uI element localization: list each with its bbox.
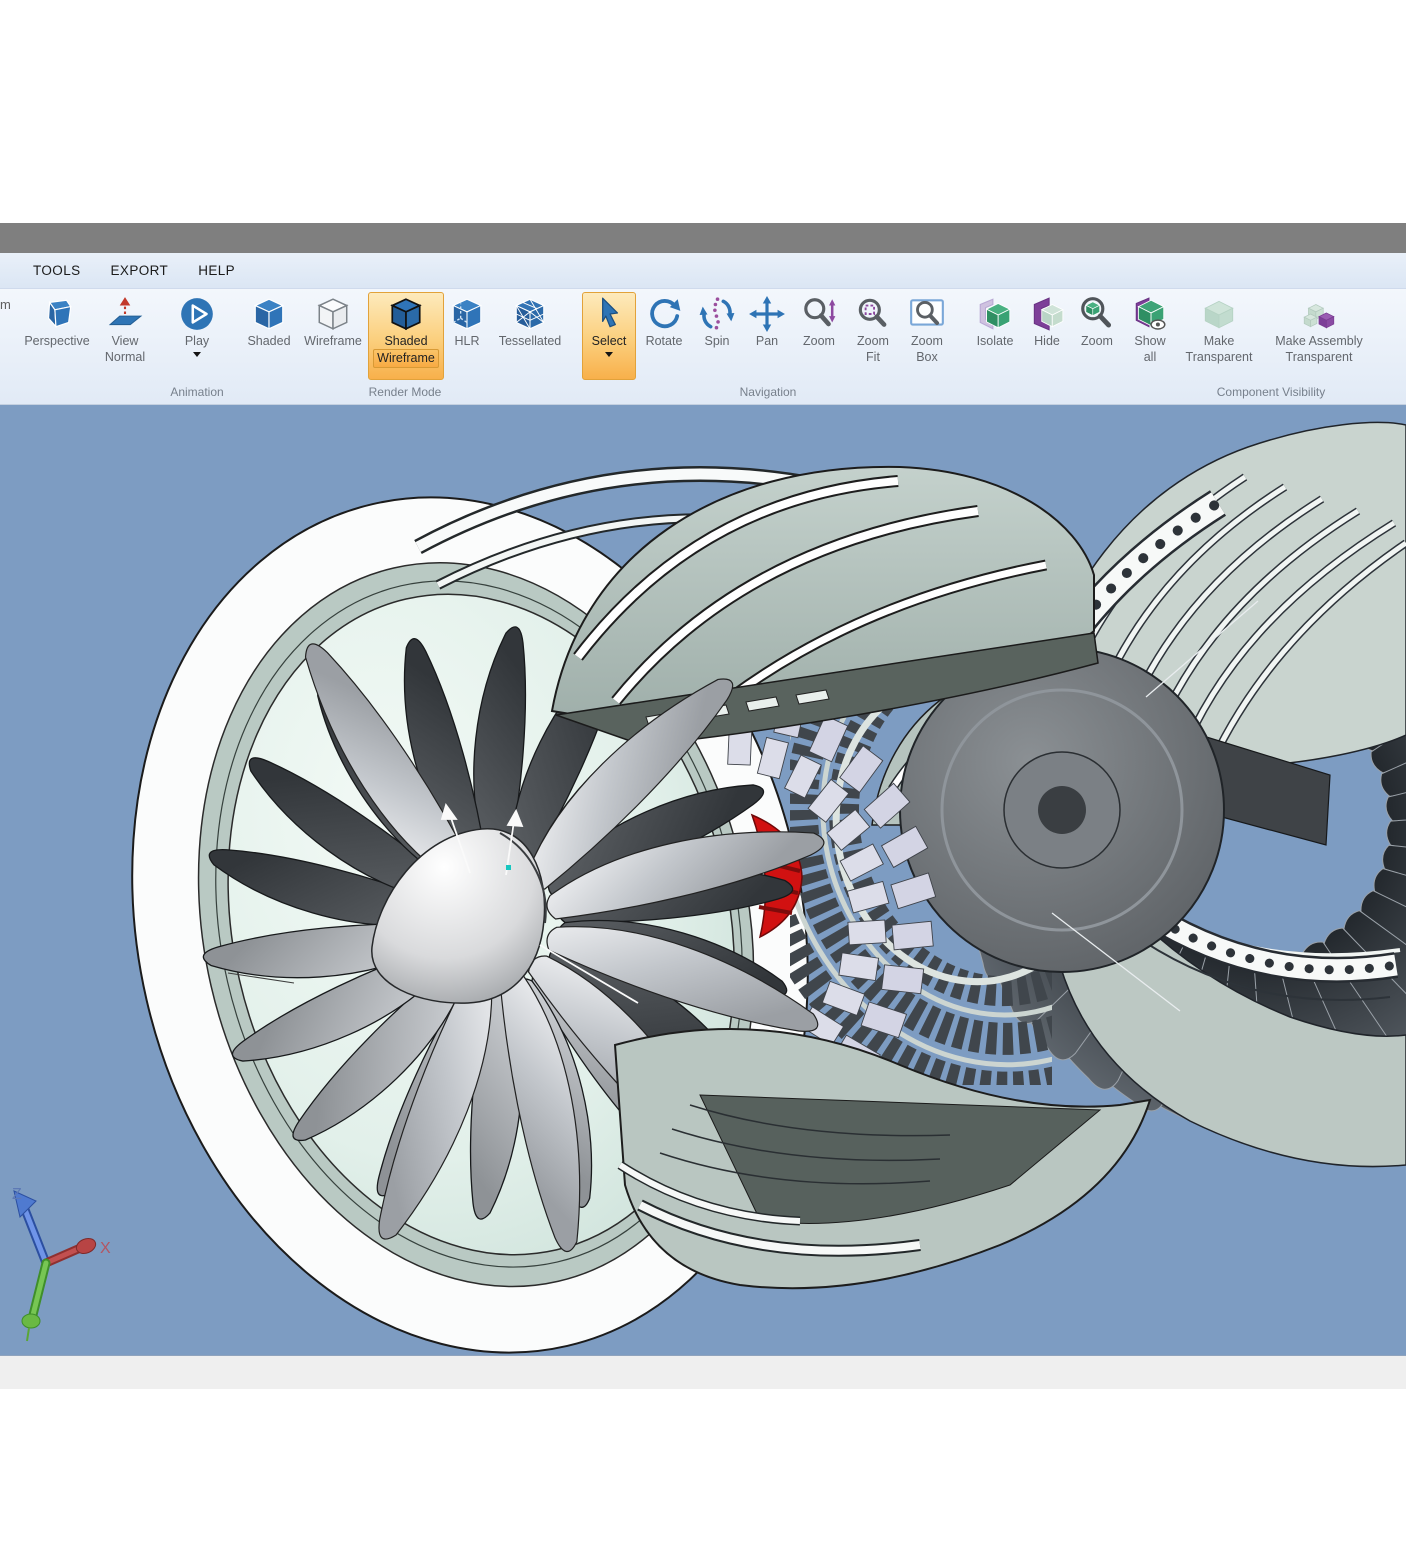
pan-button[interactable]: Pan — [742, 292, 792, 380]
pan-icon — [748, 295, 786, 333]
button-label: Make — [1204, 333, 1235, 349]
x-axis-label: X — [100, 1240, 111, 1257]
button-label: Shaded — [384, 333, 427, 349]
button-label: Spin — [704, 333, 729, 349]
menu-help[interactable]: HELP — [198, 263, 235, 278]
hlr-cube-icon — [448, 295, 486, 333]
button-label: Pan — [756, 333, 778, 349]
selection-marker — [506, 865, 511, 870]
clipped-button-label: m — [0, 297, 11, 312]
zoom-button[interactable]: Zoom — [792, 292, 846, 380]
button-label: Wireframe — [304, 333, 362, 349]
ribbon-group-component-visibility: Isolate Hide — [962, 289, 1380, 404]
tessellated-cube-icon — [511, 295, 549, 333]
turbofan-engine-model: Z X — [0, 405, 1406, 1355]
perspective-button[interactable]: Perspective — [18, 292, 96, 380]
make-solid-button[interactable]: Make Solid — [1388, 292, 1406, 380]
group-label: Render Mode — [236, 385, 574, 404]
zoom-component-icon — [1078, 295, 1116, 333]
button-label[interactable]: Wireframe — [373, 349, 439, 367]
shaded-wireframe-button[interactable]: Shaded Wireframe — [368, 292, 444, 380]
menu-export[interactable]: EXPORT — [111, 263, 169, 278]
menu-bar: TOOLS EXPORT HELP — [0, 253, 1406, 289]
make-assembly-transparent-icon — [1300, 295, 1338, 333]
button-label: Perspective — [24, 333, 89, 349]
shaded-wireframe-cube-icon — [387, 295, 425, 333]
button-label: Isolate — [977, 333, 1014, 349]
group-label: Navigation — [578, 385, 958, 404]
status-bar — [0, 1355, 1406, 1389]
button-label: Zoom — [1081, 333, 1113, 349]
button-label: Box — [916, 349, 938, 365]
rotate-button[interactable]: Rotate — [636, 292, 692, 380]
hide-icon — [1028, 295, 1066, 333]
spin-icon — [698, 295, 736, 333]
button-label: Show — [1134, 333, 1165, 349]
dropdown-arrow-icon[interactable] — [193, 352, 201, 361]
zoom-box-button[interactable]: Zoom Box — [900, 292, 954, 380]
ribbon-group-navigation: Select Rotate — [578, 289, 958, 404]
app-window: TOOLS EXPORT HELP m Perspective — [0, 0, 1406, 1563]
viewport-3d[interactable]: Z X — [0, 405, 1406, 1355]
zoom-fit-icon — [854, 295, 892, 333]
button-label: Zoom — [803, 333, 835, 349]
hide-button[interactable]: Hide — [1024, 292, 1070, 380]
button-label: Normal — [105, 349, 145, 365]
zoom-icon — [800, 295, 838, 333]
button-label: Zoom — [857, 333, 889, 349]
button-label: Transparent — [1186, 349, 1253, 365]
isolate-icon — [976, 295, 1014, 333]
group-label — [14, 385, 158, 404]
perspective-cube-icon — [38, 295, 76, 333]
hlr-button[interactable]: HLR — [444, 292, 490, 380]
button-label: Hide — [1034, 333, 1060, 349]
button-label: Zoom — [911, 333, 943, 349]
zoom-box-icon — [908, 295, 946, 333]
title-bar — [0, 223, 1406, 253]
ribbon-group-render-mode: Shaded Wireframe Shade — [236, 289, 574, 404]
ribbon-group-animation: Play Animation — [162, 289, 232, 404]
button-label: View — [112, 333, 139, 349]
view-normal-icon — [106, 295, 144, 333]
select-button[interactable]: Select — [582, 292, 636, 380]
group-label: Component Visibility — [1062, 385, 1406, 404]
button-label: Transparent — [1286, 349, 1353, 365]
button-label: Fit — [866, 349, 880, 365]
ribbon-group-view: Perspective View Normal — [14, 289, 158, 404]
make-transparent-icon — [1200, 295, 1238, 333]
tessellated-button[interactable]: Tessellated — [490, 292, 570, 380]
button-label: Shaded — [247, 333, 290, 349]
shaded-button[interactable]: Shaded — [240, 292, 298, 380]
ribbon-toolbar: m Perspective — [0, 289, 1406, 405]
button-label: Tessellated — [499, 333, 562, 349]
group-label: Animation — [162, 385, 232, 404]
select-cursor-icon — [590, 295, 628, 333]
play-icon — [178, 295, 216, 333]
button-label: all — [1144, 349, 1157, 365]
z-axis-label: Z — [12, 1186, 22, 1203]
button-label: Select — [592, 333, 627, 349]
button-label: Play — [185, 333, 209, 349]
y-axis-arrow — [22, 1314, 40, 1328]
button-label: HLR — [454, 333, 479, 349]
button-label: Make Assembly — [1275, 333, 1363, 349]
make-assembly-transparent-button[interactable]: Make Assembly Transparent — [1262, 292, 1376, 380]
shaded-cube-icon — [250, 295, 288, 333]
menu-tools[interactable]: TOOLS — [33, 263, 81, 278]
make-transparent-button[interactable]: Make Transparent — [1176, 292, 1262, 380]
rotate-icon — [645, 295, 683, 333]
dropdown-arrow-icon[interactable] — [605, 352, 613, 361]
show-all-icon — [1131, 295, 1169, 333]
button-label: Rotate — [646, 333, 683, 349]
play-button[interactable]: Play — [166, 292, 228, 380]
spin-button[interactable]: Spin — [692, 292, 742, 380]
view-normal-button[interactable]: View Normal — [96, 292, 154, 380]
zoom-component-button[interactable]: Zoom — [1070, 292, 1124, 380]
zoom-fit-button[interactable]: Zoom Fit — [846, 292, 900, 380]
show-all-button[interactable]: Show all — [1124, 292, 1176, 380]
wireframe-button[interactable]: Wireframe — [298, 292, 368, 380]
wireframe-cube-icon — [314, 295, 352, 333]
isolate-button[interactable]: Isolate — [966, 292, 1024, 380]
